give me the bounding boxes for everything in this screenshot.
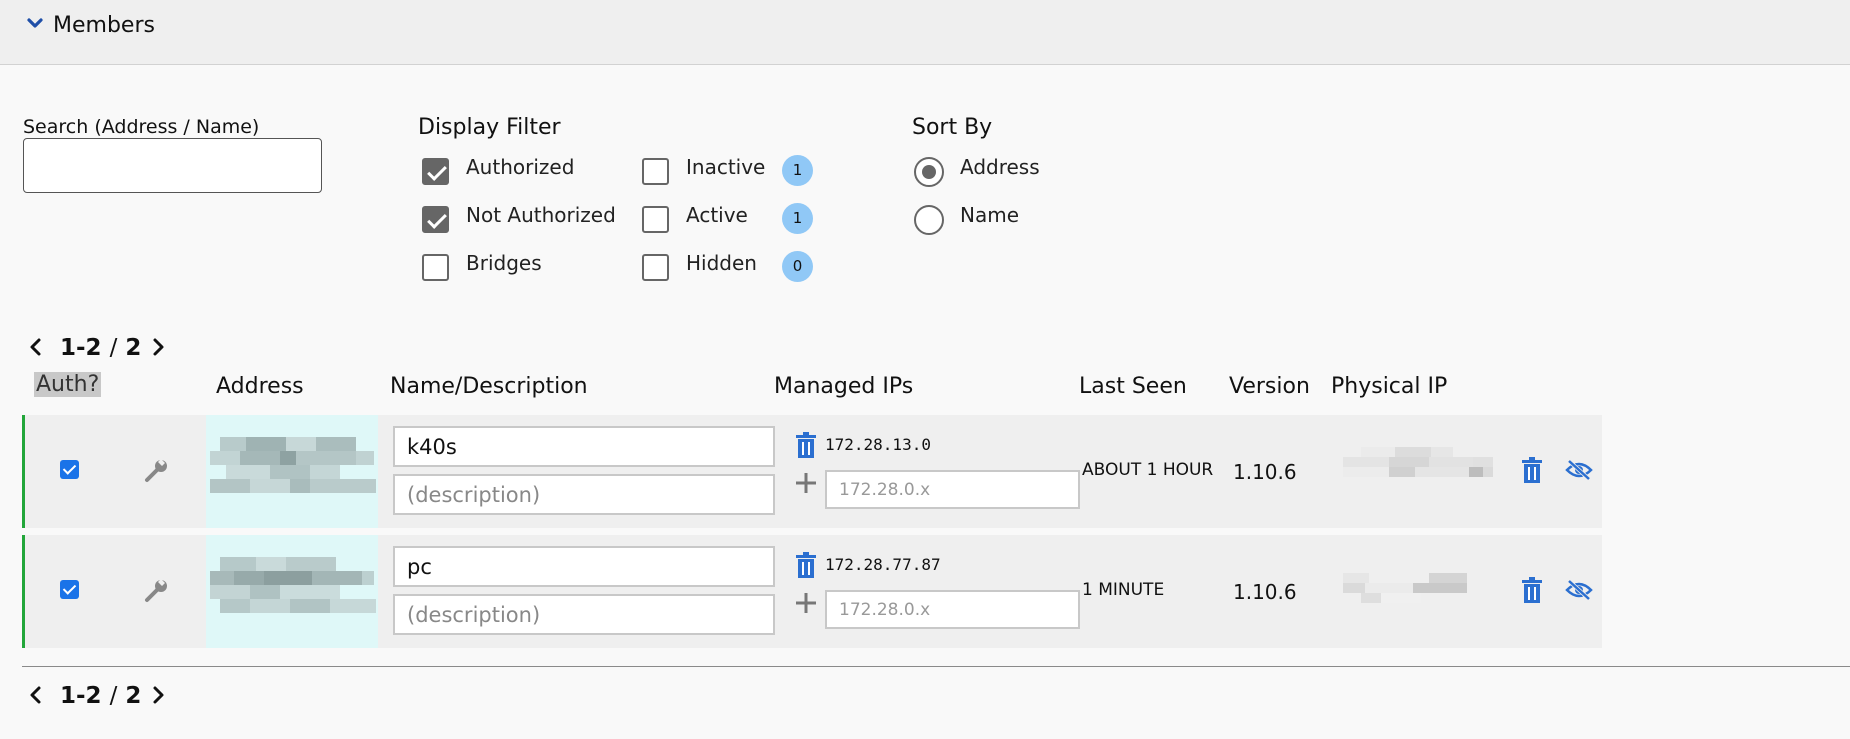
- sort-address-label: Address: [960, 155, 1040, 179]
- column-header-address[interactable]: Address: [216, 374, 304, 399]
- filter-hidden-label: Hidden: [686, 251, 757, 275]
- trash-icon[interactable]: [795, 432, 817, 458]
- filter-active-label: Active: [686, 203, 748, 227]
- search-label: Search (Address / Name): [23, 116, 260, 138]
- eye-off-icon[interactable]: [1565, 459, 1593, 481]
- column-header-version[interactable]: Version: [1229, 374, 1310, 399]
- plus-icon[interactable]: [795, 592, 817, 614]
- filter-bridges-checkbox[interactable]: [422, 254, 449, 281]
- plus-icon[interactable]: [795, 472, 817, 494]
- filter-not-authorized-checkbox[interactable]: [422, 206, 449, 233]
- column-header-managed-ips: Managed IPs: [774, 374, 914, 399]
- member-address-pixelated[interactable]: [206, 415, 378, 528]
- chevron-right-icon[interactable]: [149, 684, 167, 706]
- last-seen: ABOUT 1 HOUR: [1082, 460, 1214, 480]
- wrench-icon[interactable]: [143, 576, 171, 604]
- physical-ip-pixelated: [1343, 573, 1467, 603]
- managed-ip: 172.28.13.0: [825, 435, 931, 454]
- wrench-icon[interactable]: [143, 456, 171, 484]
- trash-icon[interactable]: [795, 552, 817, 578]
- members-section-header[interactable]: Members: [0, 0, 1850, 65]
- managed-ip: 172.28.77.87: [825, 555, 941, 574]
- last-seen: 1 MINUTE: [1082, 580, 1165, 600]
- sort-name-label: Name: [960, 203, 1020, 227]
- inactive-count-badge: 1: [782, 155, 813, 186]
- chevron-down-icon[interactable]: [26, 15, 44, 33]
- add-managed-ip-input[interactable]: 172.28.0.x: [825, 470, 1080, 509]
- member-row: k40s (description) 172.28.13.0 172.28.0.…: [22, 415, 1602, 528]
- hidden-count-badge: 0: [782, 251, 813, 282]
- member-description-input[interactable]: (description): [393, 474, 775, 515]
- physical-ip-pixelated: [1343, 447, 1493, 477]
- filter-authorized-label: Authorized: [466, 155, 575, 179]
- add-managed-ip-input[interactable]: 172.28.0.x: [825, 590, 1080, 629]
- member-authorized-checkbox[interactable]: [60, 580, 79, 599]
- version: 1.10.6: [1233, 580, 1297, 604]
- search-input[interactable]: [23, 138, 322, 193]
- pager-range-start: 1-2: [60, 683, 102, 709]
- sort-name-radio[interactable]: [914, 205, 944, 235]
- filter-authorized-checkbox[interactable]: [422, 158, 449, 185]
- pager-range: 1-2 / 2: [60, 335, 141, 361]
- eye-off-icon[interactable]: [1565, 579, 1593, 601]
- pager-total: 2: [125, 683, 142, 709]
- column-header-last-seen[interactable]: Last Seen: [1079, 374, 1187, 399]
- member-row: pc (description) 172.28.77.87 172.28.0.x…: [22, 535, 1602, 648]
- section-title: Members: [53, 13, 155, 38]
- version: 1.10.6: [1233, 460, 1297, 484]
- trash-icon[interactable]: [1521, 457, 1543, 483]
- pager-total: 2: [125, 335, 142, 361]
- chevron-left-icon[interactable]: [27, 684, 45, 706]
- member-address-pixelated[interactable]: [206, 535, 378, 648]
- pager-separator: /: [109, 335, 118, 361]
- chevron-left-icon[interactable]: [27, 336, 45, 358]
- active-count-badge: 1: [782, 203, 813, 234]
- sort-by-title: Sort By: [912, 115, 993, 140]
- column-header-physical-ip[interactable]: Physical IP: [1331, 374, 1447, 399]
- pager-range-start: 1-2: [60, 335, 102, 361]
- member-authorized-checkbox[interactable]: [60, 460, 79, 479]
- filter-not-authorized-label: Not Authorized: [466, 203, 616, 227]
- chevron-right-icon[interactable]: [149, 336, 167, 358]
- filter-active-checkbox[interactable]: [642, 206, 669, 233]
- table-bottom-divider: [22, 666, 1850, 667]
- trash-icon[interactable]: [1521, 577, 1543, 603]
- pager-range: 1-2 / 2: [60, 683, 141, 709]
- display-filter-title: Display Filter: [418, 115, 561, 140]
- member-description-input[interactable]: (description): [393, 594, 775, 635]
- column-header-name[interactable]: Name/Description: [390, 374, 588, 399]
- filter-inactive-checkbox[interactable]: [642, 158, 669, 185]
- sort-address-radio[interactable]: [914, 157, 944, 187]
- filter-hidden-checkbox[interactable]: [642, 254, 669, 281]
- member-name-input[interactable]: k40s: [393, 426, 775, 467]
- filter-bridges-label: Bridges: [466, 251, 542, 275]
- column-header-auth[interactable]: Auth?: [34, 372, 102, 397]
- pager-separator: /: [109, 683, 118, 709]
- filter-inactive-label: Inactive: [686, 155, 766, 179]
- member-name-input[interactable]: pc: [393, 546, 775, 587]
